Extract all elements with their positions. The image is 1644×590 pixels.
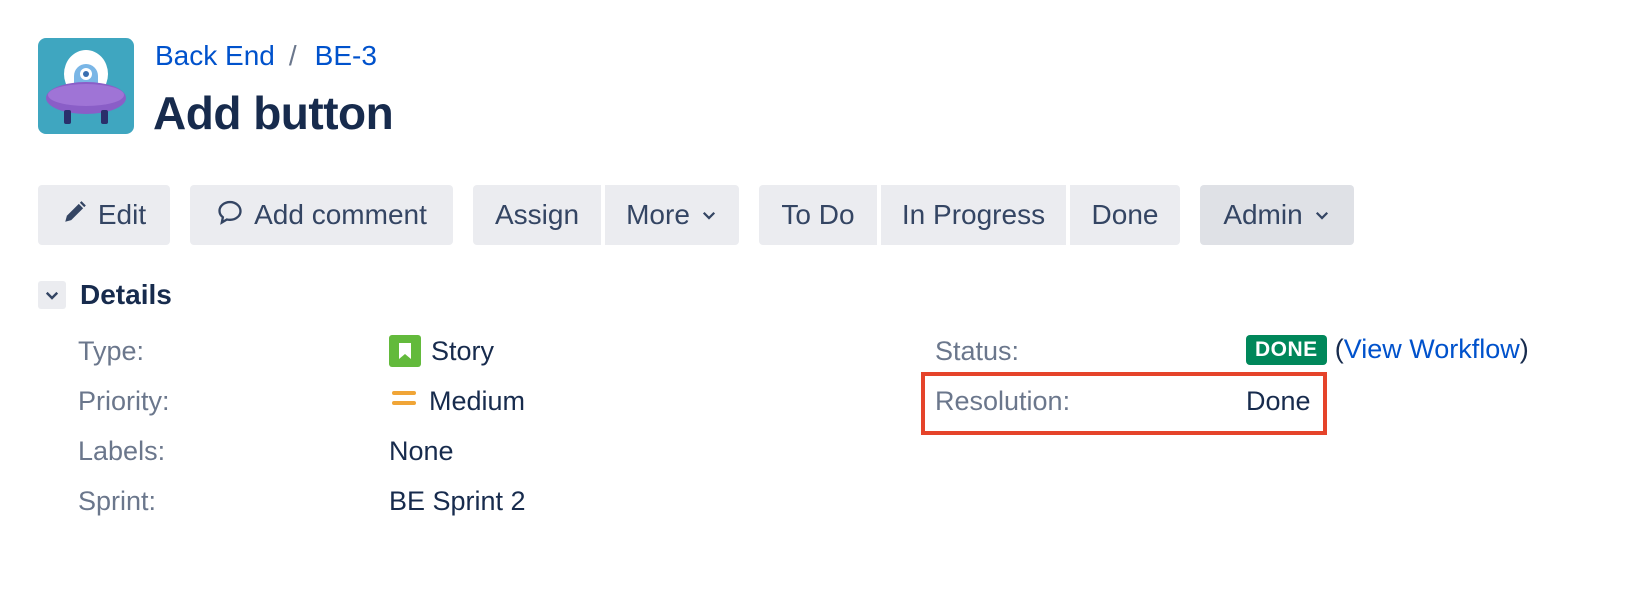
breadcrumb-separator: /	[288, 40, 297, 71]
add-comment-label: Add comment	[254, 199, 427, 230]
assign-label: Assign	[494, 199, 580, 230]
breadcrumb-issue-link[interactable]: BE-3	[315, 40, 377, 72]
priority-medium-icon	[389, 386, 419, 417]
details-section-header[interactable]: Details	[38, 279, 172, 311]
to-do-button[interactable]: To Do	[759, 185, 877, 245]
type-value-text: Story	[431, 335, 495, 366]
labels-value: None	[389, 436, 454, 466]
chevron-down-icon	[700, 199, 718, 231]
sprint-value[interactable]: BE Sprint 2	[389, 486, 526, 517]
to-do-label: To Do	[781, 199, 855, 230]
type-label: Type:	[78, 336, 145, 366]
assign-button[interactable]: Assign	[473, 185, 601, 245]
status-label: Status:	[935, 336, 1020, 366]
edit-button[interactable]: Edit	[38, 185, 170, 245]
done-label: Done	[1091, 199, 1159, 230]
add-comment-button[interactable]: Add comment	[190, 185, 453, 245]
more-button[interactable]: More	[605, 185, 739, 245]
in-progress-label: In Progress	[901, 199, 1046, 230]
chevron-down-icon	[1313, 199, 1331, 231]
status-badge: DONE	[1246, 334, 1327, 365]
priority-label: Priority:	[78, 386, 170, 416]
more-label: More	[626, 199, 690, 230]
priority-value: Medium	[389, 386, 525, 417]
priority-value-text: Medium	[429, 386, 526, 416]
story-icon	[389, 335, 421, 367]
admin-label: Admin	[1223, 199, 1303, 230]
in-progress-button[interactable]: In Progress	[881, 185, 1066, 245]
pencil-icon	[62, 199, 88, 232]
details-heading: Details	[80, 279, 172, 310]
view-workflow-open-paren: (	[1334, 334, 1344, 364]
view-workflow-link[interactable]: View Workflow	[1344, 334, 1520, 365]
resolution-highlight-box	[921, 372, 1327, 435]
view-workflow-close-paren: )	[1519, 334, 1529, 364]
view-workflow: ( View Workflow )	[1335, 334, 1529, 365]
edit-label: Edit	[97, 199, 147, 230]
project-avatar-icon[interactable]	[38, 38, 134, 134]
chevron-down-icon[interactable]	[38, 281, 66, 309]
admin-button[interactable]: Admin	[1200, 185, 1354, 245]
done-button[interactable]: Done	[1070, 185, 1180, 245]
status-value: DONE ( View Workflow )	[1246, 334, 1529, 365]
breadcrumb: Back End / BE-3	[155, 40, 377, 72]
issue-title[interactable]: Add button	[153, 86, 394, 140]
breadcrumb-project-link[interactable]: Back End	[155, 40, 275, 72]
type-value: Story	[389, 335, 494, 367]
sprint-label: Sprint:	[78, 486, 157, 516]
labels-label: Labels:	[78, 436, 166, 466]
comment-icon	[216, 198, 244, 233]
